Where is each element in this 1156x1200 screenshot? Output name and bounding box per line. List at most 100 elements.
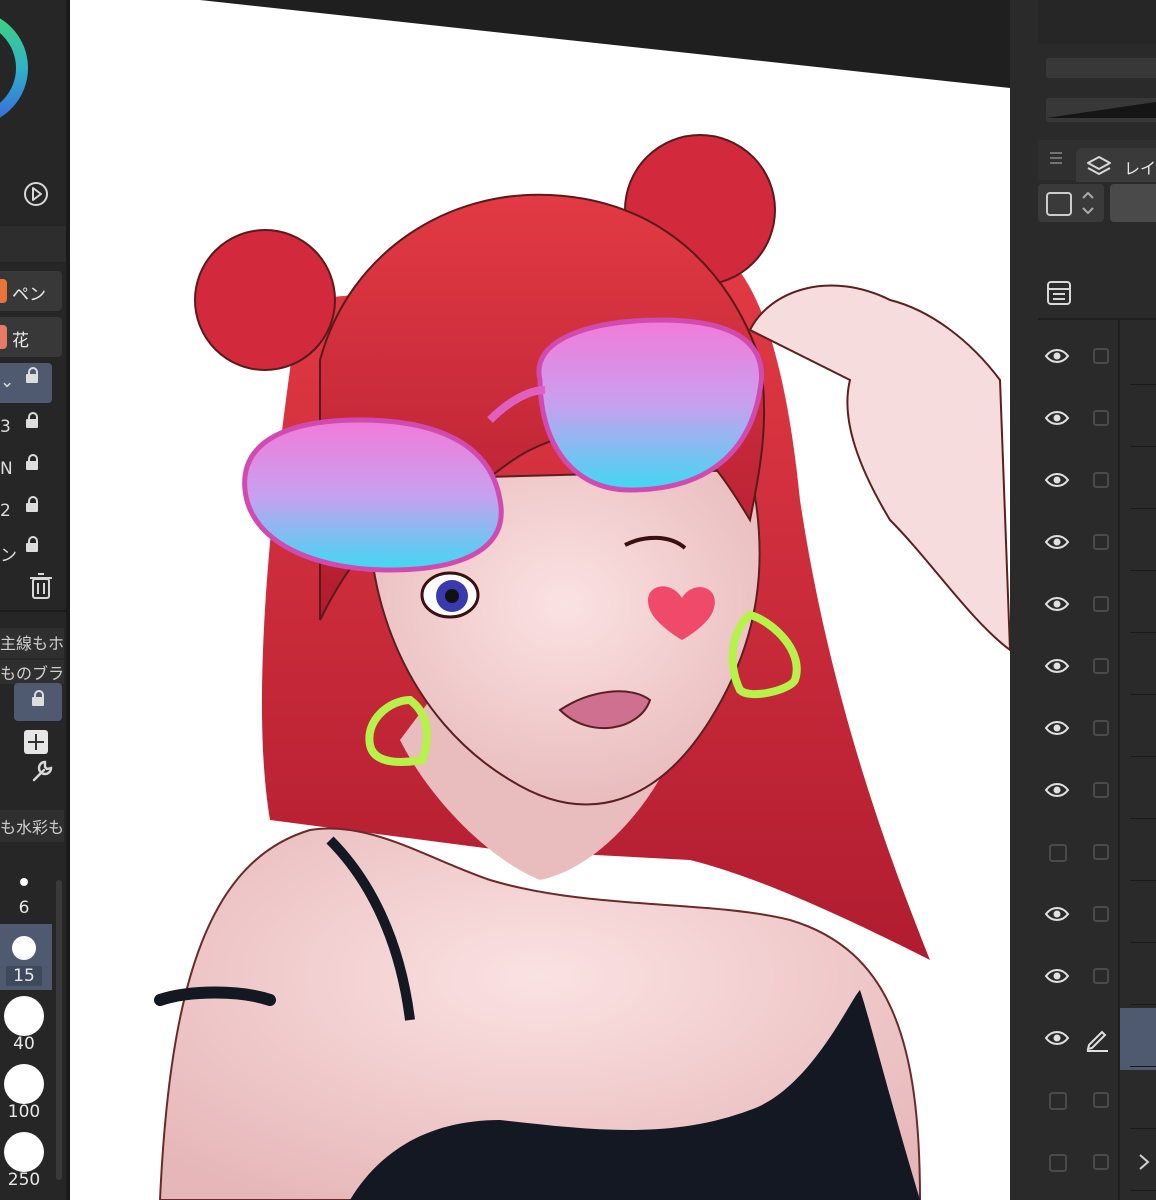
lock-icon[interactable] [26,496,38,512]
eye-icon[interactable] [1044,968,1070,984]
layer-label: N [0,459,13,479]
layer-row[interactable] [1038,576,1118,634]
row-separator [1130,1004,1156,1005]
chevron-right-icon[interactable] [1136,1152,1152,1172]
layer-check-box[interactable] [1093,658,1109,674]
eye-icon[interactable] [1044,658,1070,674]
brush-size-scrollbar[interactable] [56,880,62,1180]
wrench-icon[interactable] [28,758,56,786]
visibility-box[interactable] [1049,844,1067,862]
layer-item[interactable]: ⌄ [0,363,52,403]
layer-check-box[interactable] [1093,472,1109,488]
chevron-updown-icon [1082,191,1094,215]
layer-row[interactable] [1038,328,1118,386]
brush-preset-label[interactable]: も水彩も [0,810,64,842]
eye-icon[interactable] [1044,410,1070,426]
row-separator [1130,756,1156,757]
layer-check-box[interactable] [1093,782,1109,798]
row-separator [1130,942,1156,943]
layer-row[interactable] [1038,1010,1118,1068]
eye-icon[interactable] [1044,720,1070,736]
lock-icon[interactable] [26,412,38,428]
layer-label: ⌄ [0,372,15,392]
brush-size-6[interactable]: 6 [0,868,52,936]
lock-icon[interactable] [26,367,38,383]
right-panel-header [1038,0,1156,44]
lock-icon[interactable] [32,690,44,706]
visibility-box[interactable] [1049,1092,1067,1110]
sub-tool-pen[interactable]: ペン [0,271,62,311]
sub-tool-flower[interactable]: 花 [0,317,62,357]
layer-check-box[interactable] [1093,1092,1109,1108]
tab-layers-label: レイ [1124,159,1156,178]
eye-icon[interactable] [1044,534,1070,550]
layer-row[interactable] [1038,638,1118,696]
brush-dot [20,878,28,886]
play-icon[interactable] [22,180,50,208]
eye-icon[interactable] [1044,782,1070,798]
sub-tool-swatch [0,279,7,303]
layer-check-box[interactable] [1093,1154,1109,1170]
layer-row-selected[interactable] [1120,1008,1156,1070]
stroke-taper [1046,102,1156,118]
layer-property-icon[interactable] [1046,280,1074,306]
layer-label: ン [0,546,17,566]
brush-size-label: 6 [18,898,30,918]
layer-check-box[interactable] [1093,906,1109,922]
layer-item[interactable]: 3 [0,408,52,448]
sub-tool-label: ペン [12,285,46,305]
row-separator [1130,570,1156,571]
pencil-icon [1086,1030,1108,1052]
layer-check-box[interactable] [1093,534,1109,550]
tab-layers[interactable]: レイ [1076,148,1156,182]
eye-icon[interactable] [1044,906,1070,922]
layer-check-box[interactable] [1093,596,1109,612]
divider [0,610,66,612]
layer-item[interactable]: 2 [0,492,52,532]
layer-label: 2 [0,501,11,521]
layer-row[interactable] [1038,1134,1118,1192]
layer-row[interactable] [1038,886,1118,944]
layer-check-box[interactable] [1093,844,1109,860]
brush-size-250[interactable]: 250 [0,1132,52,1200]
layer-row[interactable] [1038,700,1118,758]
eye-icon[interactable] [1044,1030,1070,1046]
blend-mode-select[interactable] [1038,184,1104,222]
brush-dot [12,936,36,960]
layer-row[interactable] [1038,824,1118,882]
add-button[interactable] [24,730,48,754]
eye-icon[interactable] [1044,472,1070,488]
brush-stroke-preview[interactable] [1046,58,1156,78]
layer-row[interactable] [1038,390,1118,448]
property-item[interactable]: ものブラシ [0,660,64,684]
layer-row[interactable] [1038,514,1118,572]
layer-item[interactable]: ン [0,532,52,572]
property-item[interactable]: 主線もホ [0,628,64,658]
layer-check-box[interactable] [1093,720,1109,736]
opacity-slider[interactable] [1110,184,1156,222]
layer-check-box[interactable] [1093,968,1109,984]
row-separator [1130,1190,1156,1191]
brush-size-100[interactable]: 100 [0,1064,52,1132]
layer-row[interactable] [1038,948,1118,1006]
layer-check-box[interactable] [1093,348,1109,364]
trash-icon[interactable] [28,572,54,602]
layer-item[interactable]: N [0,450,52,490]
brush-size-15[interactable]: 15 [0,930,52,998]
visibility-box[interactable] [1049,1154,1067,1172]
lock-icon[interactable] [26,536,38,552]
layer-check-box[interactable] [1093,410,1109,426]
menu-icon[interactable] [1048,150,1064,164]
layer-row[interactable] [1038,452,1118,510]
row-separator [1130,1066,1156,1067]
sub-tool-label: 花 [12,331,29,351]
color-wheel[interactable] [0,0,68,160]
eye-icon[interactable] [1044,596,1070,612]
brush-dot [4,1064,44,1104]
layer-row[interactable] [1038,762,1118,820]
property-selected[interactable] [14,683,62,721]
eye-icon[interactable] [1044,348,1070,364]
layer-row[interactable] [1038,1072,1118,1130]
brush-size-40[interactable]: 40 [0,996,52,1064]
lock-icon[interactable] [26,454,38,470]
